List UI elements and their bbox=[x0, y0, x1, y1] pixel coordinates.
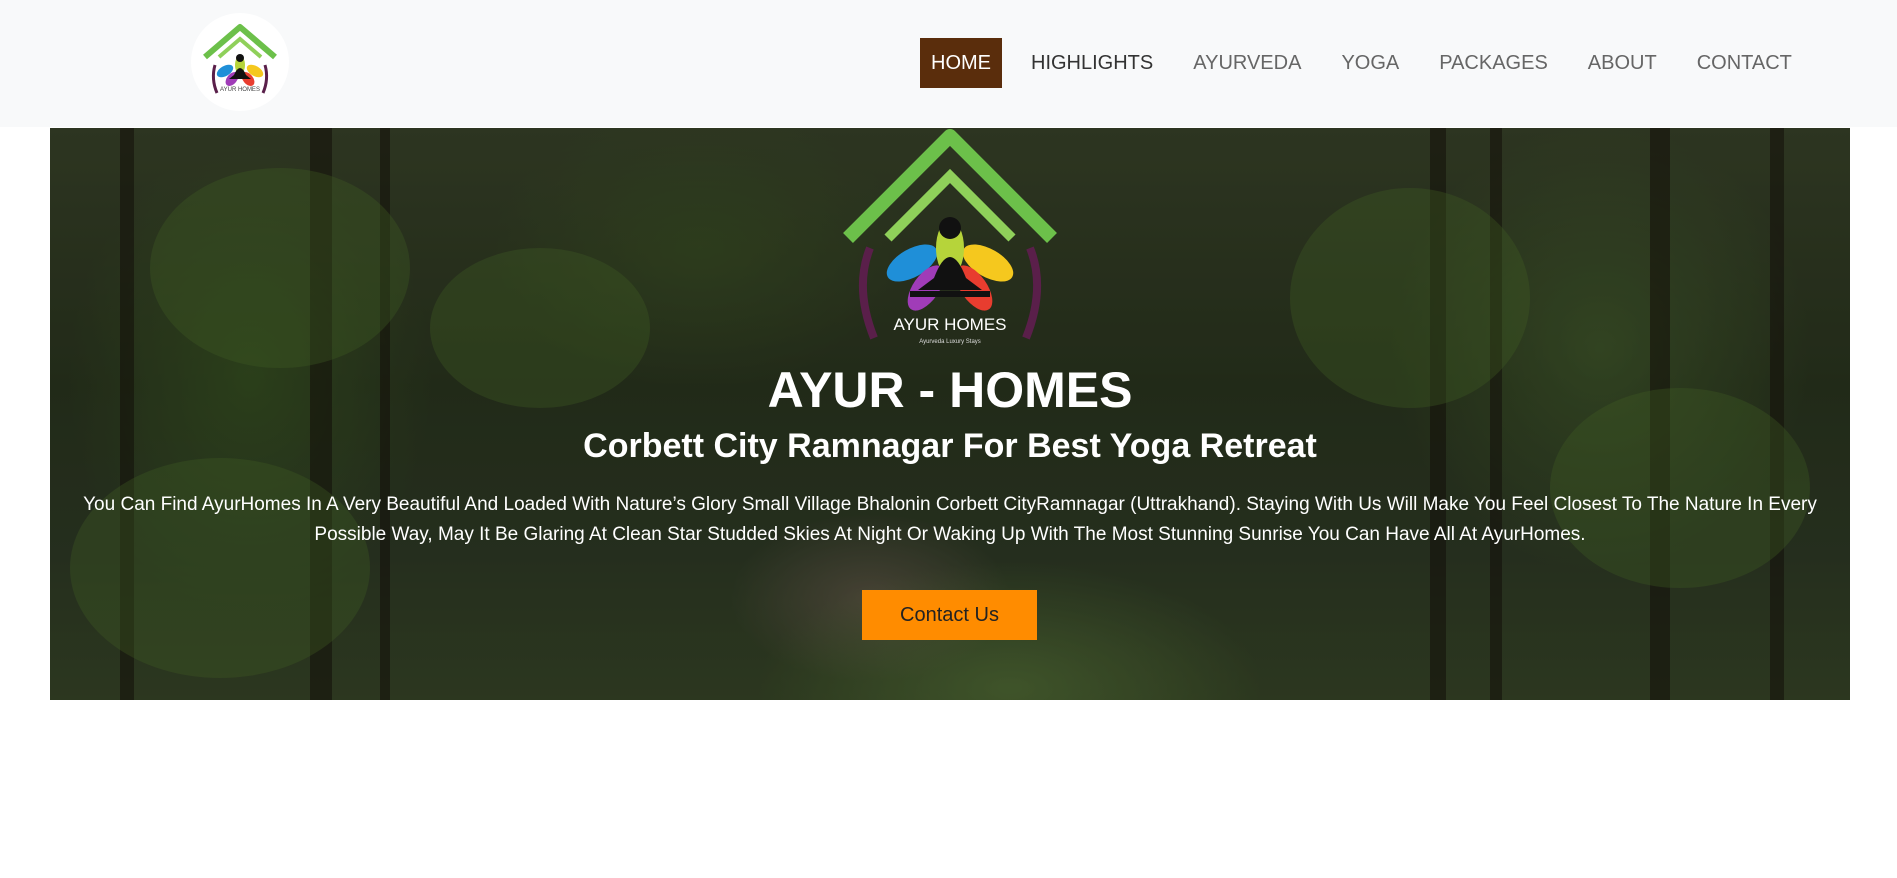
nav-item-ayurveda[interactable]: AYURVEDA bbox=[1182, 38, 1312, 88]
nav-item-yoga[interactable]: YOGA bbox=[1330, 38, 1410, 88]
logo-text: AYUR HOMES bbox=[220, 87, 260, 93]
lotus-house-logo-icon: AYUR HOMES bbox=[203, 24, 277, 94]
nav-item-packages[interactable]: PACKAGES bbox=[1428, 38, 1559, 88]
ayur-homes-lotus-logo-icon: AYUR HOMES Ayurveda Luxury Stays bbox=[843, 129, 1057, 345]
nav-item-home[interactable]: HOME bbox=[920, 38, 1002, 88]
navbar: AYUR HOMES HOME HIGHLIGHTS AYURVEDA YOGA… bbox=[0, 0, 1897, 127]
hero-subtitle: Corbett City Ramnagar For Best Yoga Retr… bbox=[583, 427, 1317, 465]
site-logo[interactable]: AYUR HOMES bbox=[191, 13, 289, 111]
hero-title: AYUR - HOMES bbox=[767, 362, 1133, 418]
hero-logo-tagline: Ayurveda Luxury Stays bbox=[919, 339, 981, 345]
contact-us-button[interactable]: Contact Us bbox=[862, 590, 1037, 640]
nav-item-contact[interactable]: CONTACT bbox=[1686, 38, 1803, 88]
hero-banner: AYUR HOMES Ayurveda Luxury Stays AYUR - … bbox=[50, 128, 1850, 700]
hero-description: You Can Find AyurHomes In A Very Beautif… bbox=[83, 494, 1817, 545]
nav-item-highlights[interactable]: HIGHLIGHTS bbox=[1020, 38, 1164, 88]
hero-content: AYUR HOMES Ayurveda Luxury Stays AYUR - … bbox=[50, 128, 1850, 700]
nav-item-about[interactable]: ABOUT bbox=[1577, 38, 1668, 88]
main-menu: HOME HIGHLIGHTS AYURVEDA YOGA PACKAGES A… bbox=[920, 38, 1803, 88]
hero-logo-text: AYUR HOMES bbox=[893, 315, 1006, 334]
